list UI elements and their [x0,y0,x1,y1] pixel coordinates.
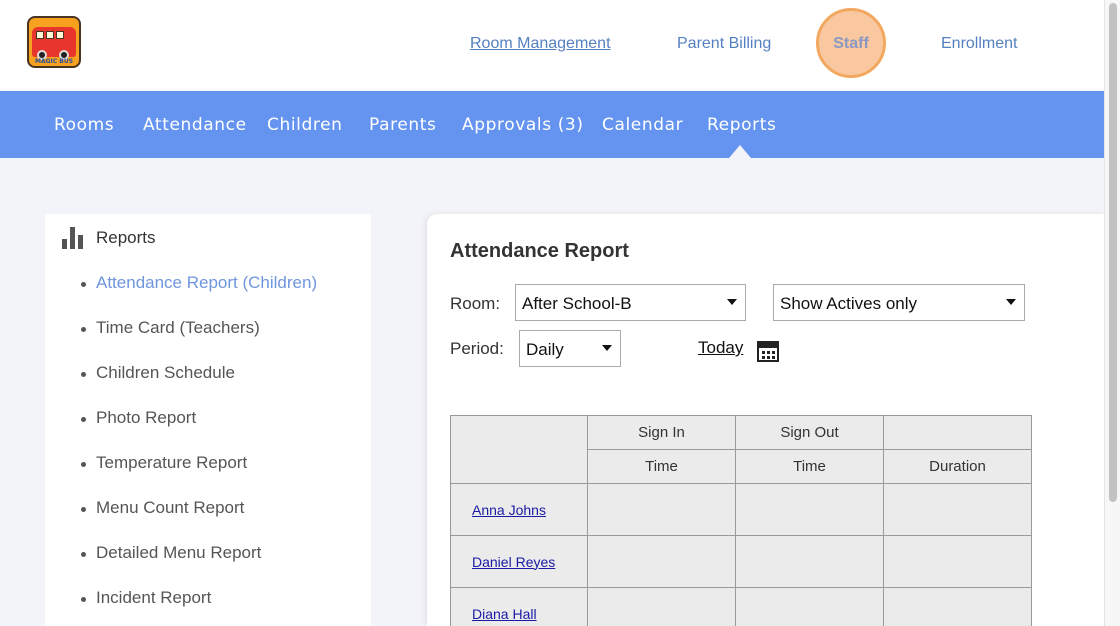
room-select-value: After School-B [522,294,632,313]
sign-out-time-cell [735,483,884,536]
sign-out-header: Sign Out [735,415,884,450]
bus-window [46,31,54,39]
duration-header: Duration [883,449,1032,484]
nav-rooms[interactable]: Rooms [54,115,114,135]
sidebar-item-time-card[interactable]: Time Card (Teachers) [96,318,260,338]
today-link[interactable]: Today [698,338,743,358]
sign-in-time-cell [587,587,736,626]
duration-cell [883,535,1032,588]
child-name-link[interactable]: Diana Hall [472,606,537,622]
nav-approvals[interactable]: Approvals (3) [462,115,584,135]
child-name-link[interactable]: Daniel Reyes [472,554,555,570]
bullet [81,282,86,287]
dropdown-arrow-icon [602,345,612,351]
bus-window [56,31,64,39]
room-management-link[interactable]: Room Management [470,35,611,53]
nav-reports[interactable]: Reports [707,115,776,135]
sign-out-time-header: Time [735,449,884,484]
sidebar-item-detailed-menu-report[interactable]: Detailed Menu Report [96,543,261,563]
attendance-table: Sign In Sign Out Time Time Duration Anna… [450,415,1032,626]
main-nav: Rooms Attendance Children Parents Approv… [0,91,1104,158]
nav-attendance[interactable]: Attendance [143,115,247,135]
active-filter-select[interactable]: Show Actives only [773,284,1025,321]
period-select[interactable]: Daily [519,330,621,367]
bullet [81,552,86,557]
room-label: Room: [450,294,501,313]
table-row: Diana Hall [450,587,1032,626]
sign-in-header: Sign In [587,415,736,450]
logo-text: MAGIC BUS [34,58,74,65]
period-label: Period: [450,339,504,358]
magic-bus-logo[interactable]: MAGIC BUS [27,16,81,68]
sidebar-title: Reports [96,228,156,247]
nav-children[interactable]: Children [267,115,343,135]
sidebar-item-incident-report[interactable]: Incident Report [96,588,211,608]
dropdown-arrow-icon [727,299,737,305]
parent-billing-link[interactable]: Parent Billing [677,35,771,53]
sidebar-item-menu-count-report[interactable]: Menu Count Report [96,498,244,518]
sidebar-item-children-schedule[interactable]: Children Schedule [96,363,235,383]
sidebar-item-attendance-report[interactable]: Attendance Report (Children) [96,273,317,293]
sign-out-time-cell [735,535,884,588]
reports-sidebar: Reports Attendance Report (Children) Tim… [45,214,371,626]
child-name-cell: Diana Hall [450,587,588,626]
active-filter-value: Show Actives only [780,294,918,313]
sign-in-time-cell [587,483,736,536]
name-header-cell [450,415,588,484]
child-name-link[interactable]: Anna Johns [472,502,546,518]
bullet [81,372,86,377]
sign-out-time-cell [735,587,884,626]
duration-cell [883,483,1032,536]
attendance-report-card: Attendance Report Room: After School-B S… [427,214,1104,626]
nav-parents[interactable]: Parents [369,115,436,135]
table-row: Anna Johns [450,483,1032,536]
scrollbar-thumb[interactable] [1109,3,1117,502]
sign-in-time-cell [587,535,736,588]
child-name-cell: Daniel Reyes [450,535,588,588]
table-row: Daniel Reyes [450,535,1032,588]
top-header: MAGIC BUS Room Management Parent Billing… [0,0,1104,91]
room-select[interactable]: After School-B [515,284,746,321]
sign-in-time-header: Time [587,449,736,484]
staff-link[interactable]: Staff [816,35,886,53]
bullet [81,417,86,422]
active-nav-indicator [729,145,751,158]
table-header-row: Sign In Sign Out [450,415,1032,484]
duration-cell [883,587,1032,626]
bullet [81,507,86,512]
bar-chart-icon [62,227,86,249]
empty-header-cell [883,415,1032,450]
period-select-value: Daily [526,340,564,359]
enrollment-link[interactable]: Enrollment [941,35,1017,53]
calendar-icon[interactable] [757,341,779,362]
sidebar-item-temperature-report[interactable]: Temperature Report [96,453,247,473]
bullet [81,597,86,602]
page-title: Attendance Report [450,240,629,262]
sidebar-item-photo-report[interactable]: Photo Report [96,408,196,428]
bus-window [36,31,44,39]
bullet [81,327,86,332]
page-scrollbar[interactable] [1104,0,1120,626]
nav-calendar[interactable]: Calendar [602,115,683,135]
bullet [81,462,86,467]
child-name-cell: Anna Johns [450,483,588,536]
dropdown-arrow-icon [1006,299,1016,305]
